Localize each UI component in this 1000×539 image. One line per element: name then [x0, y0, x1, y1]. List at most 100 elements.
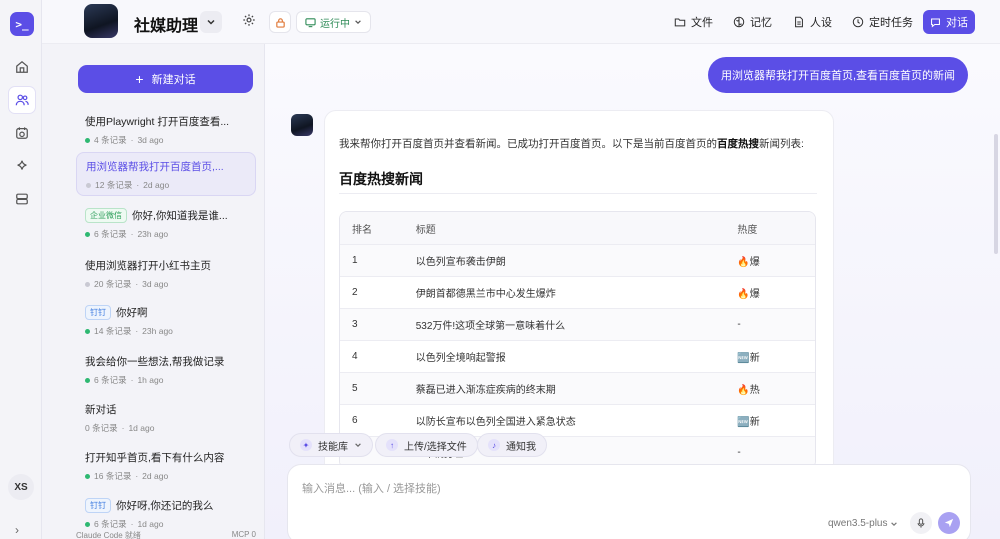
upload-icon: ↑	[386, 439, 398, 451]
agent-avatar	[84, 4, 118, 38]
mcp-status[interactable]: MCP 0	[232, 530, 256, 539]
expand-sidebar-icon[interactable]: ›	[15, 523, 19, 537]
persona-button[interactable]: 人设	[793, 11, 832, 33]
scheduled-tasks-button[interactable]: 定时任务	[852, 11, 913, 33]
table-row: 5 蔡磊已进入渐冻症疾病的终末期 🔥热	[340, 372, 815, 404]
message-input[interactable]: 输入消息... (输入 / 选择技能)	[302, 480, 441, 496]
bell-icon: ♪	[488, 439, 500, 451]
sparkles-icon[interactable]	[9, 153, 35, 179]
conversation-title: 打开知乎首页,看下有什么内容	[85, 452, 225, 464]
conversation-item[interactable]: 我会给你一些想法,帮我做记录 6 条记录 · 1h ago	[76, 348, 256, 392]
agent-switch-dropdown[interactable]	[200, 11, 222, 33]
notify-label: 通知我	[506, 441, 536, 453]
upload-label: 上传/选择文件	[404, 441, 467, 453]
model-selector[interactable]: qwen3.5-plus	[828, 518, 898, 529]
channel-tag-dingtalk: 钉钉	[85, 498, 111, 513]
model-label: qwen3.5-plus	[828, 518, 888, 529]
status-dropdown[interactable]: 运行中	[296, 11, 371, 33]
conversation-item-active[interactable]: 用浏览器帮我打开百度首页,... 12 条记录 · 2d ago	[76, 152, 256, 196]
claude-code-status: Claude Code 就绪	[76, 531, 141, 539]
conversation-item[interactable]: 打开知乎首页,看下有什么内容 16 条记录 · 2d ago	[76, 444, 256, 488]
memory-button[interactable]: 记忆	[733, 11, 772, 33]
chevron-down-icon	[355, 443, 361, 448]
offline-dot	[86, 182, 91, 188]
conversation-title: 使用Playwright 打开百度查看...	[85, 116, 230, 128]
bot-heading: 百度热搜新闻	[339, 171, 423, 187]
online-dot	[85, 473, 90, 479]
chat-tab-button[interactable]: 对话	[923, 10, 975, 34]
conversation-title: 用浏览器帮我打开百度首页,...	[86, 161, 224, 173]
conversation-count: 4 条记录	[94, 135, 127, 145]
conversation-item[interactable]: 企业微信 你好,你知道我是谁... 6 条记录 · 23h ago	[76, 202, 256, 246]
chevron-down-icon	[355, 20, 361, 25]
conversation-time: 1h ago	[137, 375, 164, 385]
conversation-item[interactable]: 新对话 0 条记录 · 1d ago	[76, 396, 256, 440]
skills-label: 技能库	[318, 441, 348, 453]
conversation-count: 6 条记录	[94, 229, 127, 239]
conversation-count: 14 条记录	[94, 326, 132, 336]
home-icon[interactable]	[9, 54, 35, 80]
online-dot	[85, 377, 90, 383]
brain-icon	[733, 16, 745, 28]
lock-button[interactable]	[269, 11, 291, 33]
chat-bubble-icon	[931, 17, 940, 28]
table-row: 6 以防长宣布以色列全国进入紧急状态 🆕新	[340, 404, 815, 436]
skills-library-button[interactable]: ✦ 技能库	[289, 433, 373, 457]
new-chat-label: 新建对话	[151, 74, 196, 86]
top-bar: 社媒助理 运行中 文件 记忆 人设 定时任务 对话	[42, 0, 1000, 44]
left-rail: >_ XS ›	[0, 0, 42, 539]
table-row: 4 以色列全境响起警报 🆕新	[340, 340, 815, 372]
users-icon[interactable]	[9, 87, 35, 113]
conversation-time: 23h ago	[142, 326, 173, 336]
scheduled-tasks-label: 定时任务	[869, 17, 913, 29]
chat-scrollbar[interactable]	[994, 134, 998, 254]
conversation-title: 使用浏览器打开小红书主页	[85, 260, 211, 272]
conversation-time: 1d ago	[137, 519, 164, 529]
chat-tab-label: 对话	[946, 17, 968, 29]
conversation-title: 新对话	[85, 404, 117, 416]
sidebar-footer: Claude Code 就绪 MCP 0	[76, 530, 256, 539]
conversation-time: 3d ago	[137, 135, 164, 145]
conversation-count: 20 条记录	[94, 279, 132, 289]
notify-me-button[interactable]: ♪ 通知我	[477, 433, 547, 457]
chevron-down-icon	[891, 521, 898, 526]
table-header-row: 排名 标题 热度	[340, 212, 815, 244]
bot-intro-text: 我来帮你打开百度首页并查看新闻。已成功打开百度首页。以下是当前百度首页的百度热搜…	[339, 138, 804, 150]
conversation-sidebar: + 新建对话 使用Playwright 打开百度查看... 4 条记录 · 3d a…	[42, 44, 265, 539]
conversation-item[interactable]: 钉钉 你好啊 14 条记录 · 23h ago	[76, 299, 256, 343]
conversation-count: 6 条记录	[94, 375, 127, 385]
server-icon[interactable]	[9, 186, 35, 212]
app-logo[interactable]: >_	[10, 12, 34, 36]
monitor-icon	[305, 17, 316, 27]
conversation-time: 23h ago	[137, 229, 169, 239]
table-row: 1 以色列宣布袭击伊朗 🔥爆	[340, 244, 815, 276]
conversation-time: 2d ago	[142, 471, 169, 481]
conversation-title: 你好呀,你还记的我么	[116, 500, 214, 512]
memory-label: 记忆	[750, 17, 772, 29]
conversation-time: 2d ago	[143, 180, 170, 190]
microphone-icon[interactable]	[910, 512, 932, 534]
message-composer[interactable]: 输入消息... (输入 / 选择技能) qwen3.5-plus	[287, 464, 971, 539]
table-row: 2 伊朗首都德黑兰市中心发生爆炸 🔥爆	[340, 276, 815, 308]
conversation-title: 我会给你一些想法,帮我做记录	[85, 356, 225, 368]
conversation-time: 1d ago	[128, 423, 155, 433]
gear-icon[interactable]	[242, 13, 256, 30]
online-dot	[85, 137, 90, 143]
calendar-clock-icon[interactable]	[9, 120, 35, 146]
online-dot	[85, 521, 90, 527]
persona-label: 人设	[810, 17, 832, 29]
new-chat-button[interactable]: + 新建对话	[78, 65, 253, 93]
conversation-item[interactable]: 使用Playwright 打开百度查看... 4 条记录 · 3d ago	[76, 108, 256, 152]
conversation-title: 你好啊	[116, 307, 148, 319]
conversation-count: 0 条记录	[85, 423, 118, 433]
conversation-item[interactable]: 使用浏览器打开小红书主页 20 条记录 · 3d ago	[76, 252, 256, 296]
send-button[interactable]	[938, 512, 960, 534]
conversation-count: 12 条记录	[95, 180, 133, 190]
user-avatar[interactable]: XS	[8, 474, 34, 500]
bot-avatar	[291, 114, 313, 136]
files-button[interactable]: 文件	[674, 11, 713, 33]
document-icon	[795, 16, 803, 28]
send-icon	[944, 518, 954, 528]
upload-file-button[interactable]: ↑ 上传/选择文件	[375, 433, 478, 457]
folder-icon	[674, 18, 686, 27]
